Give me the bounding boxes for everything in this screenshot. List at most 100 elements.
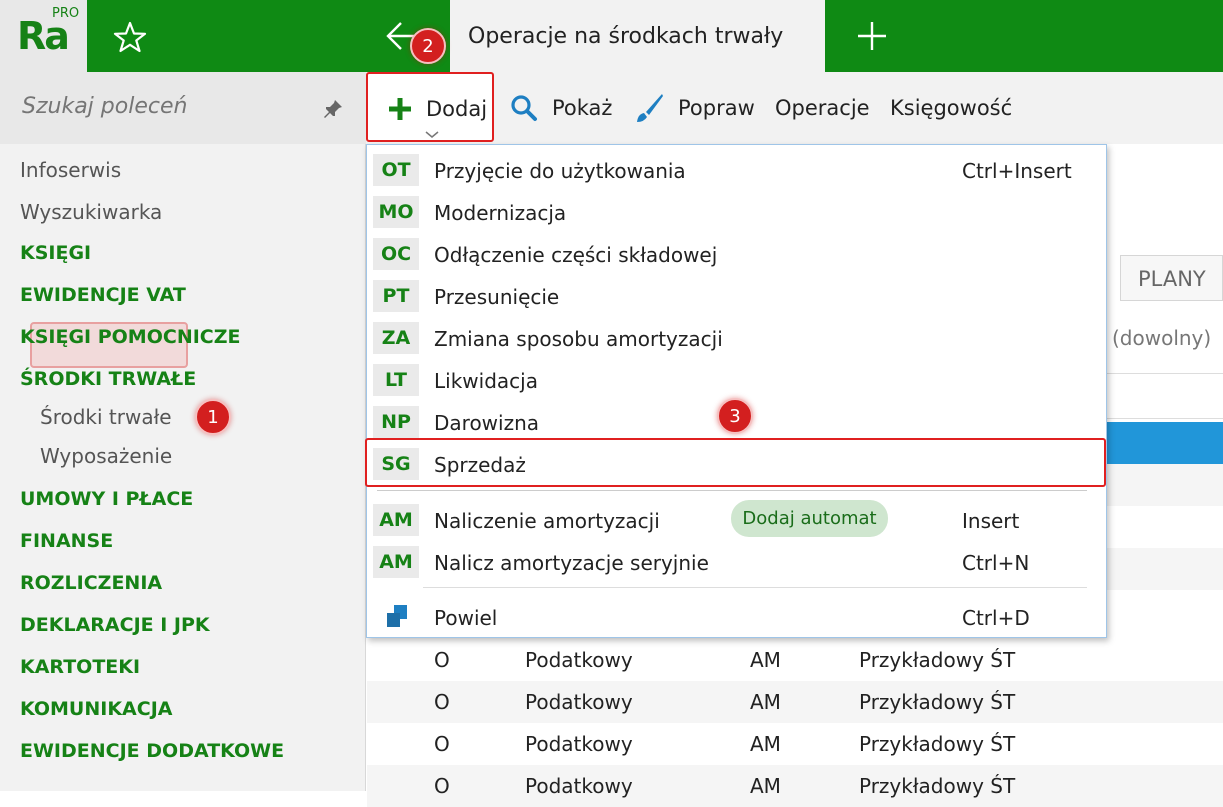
table-cell: AM xyxy=(750,648,781,672)
table-row[interactable]: O Podatkowy AM Przykładowy ŚT xyxy=(367,765,1223,807)
pin-icon[interactable] xyxy=(322,98,344,120)
table-cell: AM xyxy=(750,774,781,798)
table-row[interactable]: O Podatkowy AM Przykładowy ŚT xyxy=(367,639,1223,681)
new-tab-plus-icon[interactable] xyxy=(856,20,888,52)
table-cell: Przykładowy ŚT xyxy=(859,732,1016,756)
menu-item-label: Przyjęcie do użytkowania xyxy=(434,159,686,183)
duplicate-icon xyxy=(387,605,407,627)
menu-item-przyjecie[interactable]: OT Przyjęcie do użytkowania Ctrl+Insert xyxy=(367,149,1106,191)
table-cell: Przykładowy ŚT xyxy=(859,690,1016,714)
tab-title: Operacje na środkach trwały xyxy=(468,24,784,49)
table-cell: Podatkowy xyxy=(525,648,633,672)
table-cell: Podatkowy xyxy=(525,732,633,756)
operations-button[interactable]: Operacje xyxy=(775,96,870,120)
menu-item-code: PT xyxy=(373,280,419,312)
menu-item-modernizacja[interactable]: MO Modernizacja xyxy=(367,191,1106,233)
tab-plans[interactable]: PLANY xyxy=(1120,255,1223,301)
sidebar-item-wyszukiwarka[interactable]: Wyszukiwarka xyxy=(20,200,162,224)
divider xyxy=(1106,418,1223,419)
table-cell: Podatkowy xyxy=(525,774,633,798)
table-cell: Przykładowy ŚT xyxy=(859,774,1016,798)
table-cell: AM xyxy=(750,690,781,714)
sidebar-item-deklaracje-i-jpk[interactable]: DEKLARACJE I JPK xyxy=(20,614,210,636)
sidebar-item-ewidencje-vat[interactable]: EWIDENCJE VAT xyxy=(20,284,186,306)
menu-item-label: Przesunięcie xyxy=(434,285,560,309)
sidebar-item-ksiegi[interactable]: KSIĘGI xyxy=(20,242,91,264)
sidebar-item-infoserwis[interactable]: Infoserwis xyxy=(20,158,121,182)
logo-badge: PRO xyxy=(52,6,80,21)
table-row[interactable] xyxy=(1106,464,1223,506)
menu-item-code: OC xyxy=(373,238,419,270)
menu-item-code: OT xyxy=(373,154,419,186)
menu-item-shortcut: Ctrl+N xyxy=(962,551,1030,575)
sidebar-item-rozliczenia[interactable]: ROZLICZENIA xyxy=(20,572,162,594)
menu-item-powiel[interactable]: Powiel Ctrl+D xyxy=(367,596,1106,638)
table-cell: O xyxy=(434,774,450,798)
brush-icon[interactable] xyxy=(634,92,664,124)
menu-item-code: AM xyxy=(373,504,419,536)
add-button[interactable]: Dodaj xyxy=(366,72,494,142)
menu-item-code: NP xyxy=(373,406,419,438)
search-icon[interactable] xyxy=(510,94,538,122)
table-cell: O xyxy=(434,732,450,756)
menu-item-code: AM xyxy=(373,546,419,578)
star-icon[interactable] xyxy=(113,21,147,53)
sidebar-item-wyposazenie[interactable]: Wyposażenie xyxy=(40,444,172,468)
sidebar-item-srodki-trwale-section[interactable]: ŚRODKI TRWAŁE xyxy=(20,368,196,390)
callout-3: 3 xyxy=(717,398,753,434)
callout-1: 1 xyxy=(195,399,231,435)
menu-item-label: Naliczenie amortyzacji xyxy=(434,509,660,533)
sidebar-item-kartoteki[interactable]: KARTOTEKI xyxy=(20,656,140,678)
add-automat-button[interactable]: Dodaj automat xyxy=(731,500,888,537)
filter-value[interactable]: (dowolny) xyxy=(1112,326,1211,350)
table-cell: O xyxy=(434,648,450,672)
table-cell: Podatkowy xyxy=(525,690,633,714)
menu-item-likwidacja[interactable]: LT Likwidacja xyxy=(367,359,1106,401)
menu-item-code: LT xyxy=(373,364,419,396)
command-toolbar: Dodaj Pokaż Popraw Operacje Księgowość xyxy=(366,72,1223,144)
tab-operations[interactable]: Operacje na środkach trwały xyxy=(450,0,825,72)
table-cell: Przykładowy ŚT xyxy=(859,648,1016,672)
show-button[interactable]: Pokaż xyxy=(552,96,612,120)
sidebar-item-ewidencje-dodatkowe[interactable]: EWIDENCJE DODATKOWE xyxy=(20,740,284,762)
tab-plans-label: PLANY xyxy=(1138,267,1206,291)
menu-item-label: Nalicz amortyzacje seryjnie xyxy=(434,551,709,575)
table-row[interactable]: O Podatkowy AM Przykładowy ŚT xyxy=(367,681,1223,723)
table-cell: O xyxy=(434,690,450,714)
menu-item-shortcut: Ctrl+D xyxy=(962,606,1030,630)
menu-separator xyxy=(377,490,1087,491)
menu-separator xyxy=(423,587,1087,588)
callout-2: 2 xyxy=(410,28,446,64)
chevron-down-icon xyxy=(425,131,439,138)
sidebar-item-srodki-trwale[interactable]: Środki trwałe xyxy=(40,405,172,429)
menu-item-label: Zmiana sposobu amortyzacji xyxy=(434,327,723,351)
table-row[interactable] xyxy=(1106,548,1223,590)
edit-button[interactable]: Popraw xyxy=(678,96,755,120)
menu-item-label: Powiel xyxy=(434,606,498,630)
menu-item-nalicz-seryjnie[interactable]: AM Nalicz amortyzacje seryjnie Ctrl+N xyxy=(367,541,1106,583)
sidebar-item-komunikacja[interactable]: KOMUNIKACJA xyxy=(20,698,172,720)
menu-item-odlaczenie[interactable]: OC Odłączenie części składowej xyxy=(367,233,1106,275)
menu-item-przesuniecie[interactable]: PT Przesunięcie xyxy=(367,275,1106,317)
menu-item-label: Odłączenie części składowej xyxy=(434,243,718,267)
menu-item-label: Darowizna xyxy=(434,411,540,435)
app-logo[interactable]: Ra PRO xyxy=(0,0,87,72)
sprzedaz-highlight xyxy=(365,438,1106,487)
menu-item-shortcut: Insert xyxy=(962,509,1020,533)
command-search-input[interactable] xyxy=(22,94,312,119)
sidebar-item-umowy-i-place[interactable]: UMOWY I PŁACE xyxy=(20,488,193,510)
add-button-label: Dodaj xyxy=(426,97,488,121)
sidebar-item-finanse[interactable]: FINANSE xyxy=(20,530,113,552)
menu-item-zmiana-amortyzacji[interactable]: ZA Zmiana sposobu amortyzacji xyxy=(367,317,1106,359)
selected-table-row[interactable] xyxy=(1106,422,1223,464)
accounting-button[interactable]: Księgowość xyxy=(890,96,1012,120)
table-row[interactable]: O Podatkowy AM Przykładowy ŚT xyxy=(367,723,1223,765)
plus-icon xyxy=(389,98,411,120)
menu-item-label: Modernizacja xyxy=(434,201,567,225)
table-cell: AM xyxy=(750,732,781,756)
menu-item-code: ZA xyxy=(373,322,419,354)
search-row xyxy=(0,72,366,144)
sidebar-item-ksiegi-pomocnicze[interactable]: KSIĘGI POMOCNICZE xyxy=(20,326,241,348)
menu-item-label: Likwidacja xyxy=(434,369,538,393)
divider xyxy=(1106,373,1223,374)
